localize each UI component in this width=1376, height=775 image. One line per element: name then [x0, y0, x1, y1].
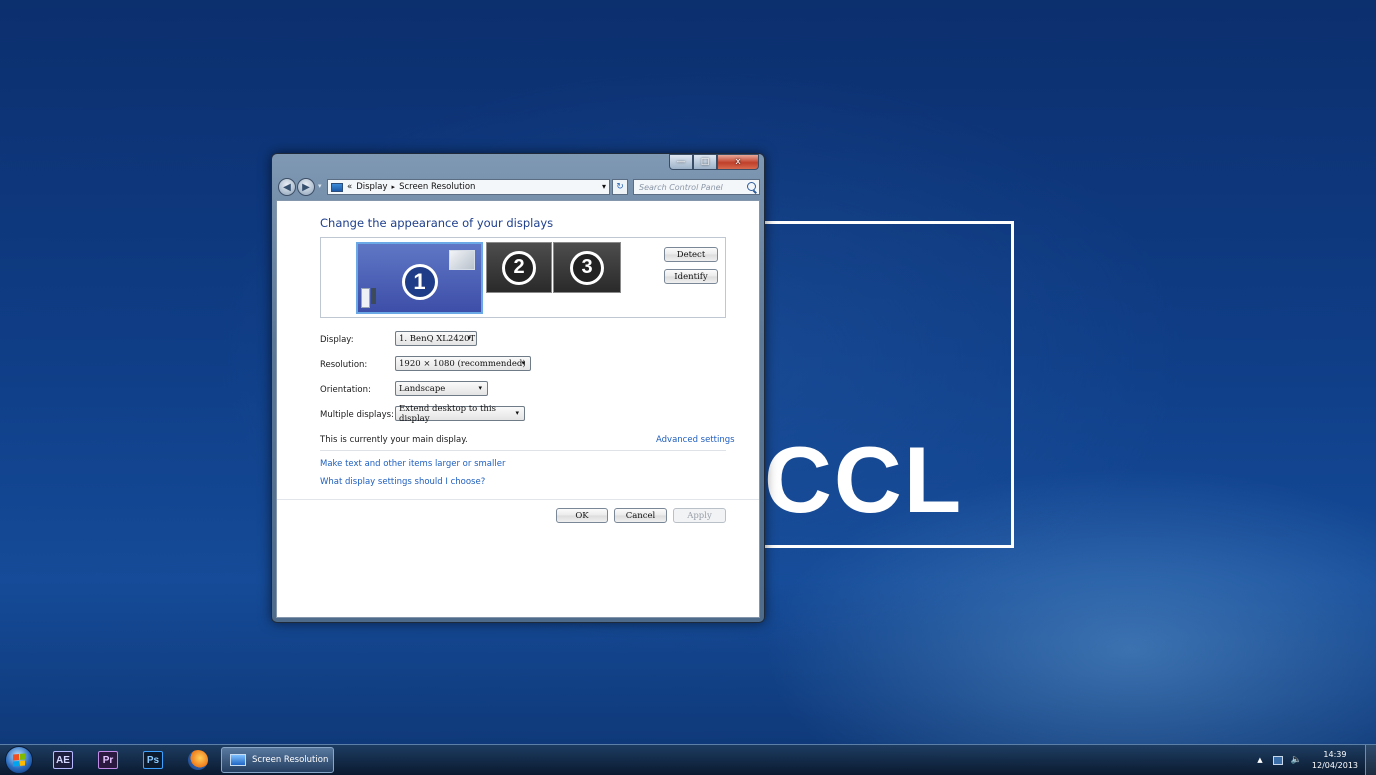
volume-icon[interactable]: 🔈	[1291, 755, 1302, 765]
monitor-3-number: 3	[570, 250, 604, 285]
taskbar: AE Pr Ps Screen Resolution ▲ 🔈 14:39 12/…	[0, 744, 1376, 775]
multiple-displays-select-value: Extend desktop to this display	[399, 403, 496, 424]
orientation-select-value: Landscape	[399, 383, 446, 394]
address-prefix[interactable]: «	[347, 182, 352, 192]
screen-resolution-window: — □ x ◀ ▶ ▾ « Display ▸ Screen Resolutio…	[271, 153, 765, 623]
address-bar[interactable]: « Display ▸ Screen Resolution ▾	[327, 179, 610, 195]
refresh-button[interactable]: ↻	[612, 179, 628, 195]
ok-button[interactable]: OK	[556, 508, 608, 523]
chevron-down-icon: ▾	[521, 359, 525, 367]
page-title: Change the appearance of your displays	[320, 216, 554, 230]
search-icon[interactable]	[747, 182, 756, 191]
resolution-select[interactable]: 1920 × 1080 (recommended) ▾	[395, 356, 531, 371]
monitor-1-window-thumbnail	[449, 250, 475, 270]
minimize-icon: —	[676, 157, 686, 167]
detect-button[interactable]: Detect	[664, 247, 718, 262]
footer-divider	[277, 499, 759, 500]
show-desktop-button[interactable]	[1365, 745, 1376, 775]
chevron-down-icon: ▾	[467, 334, 471, 342]
minimize-button[interactable]: —	[669, 154, 693, 170]
clock-date: 12/04/2013	[1311, 761, 1358, 770]
breadcrumb-screen-resolution[interactable]: Screen Resolution	[399, 182, 475, 192]
monitor-2-number: 2	[502, 250, 536, 285]
chevron-down-icon: ▾	[515, 409, 519, 417]
start-button[interactable]	[5, 746, 33, 774]
section-divider	[320, 450, 726, 451]
maximize-button[interactable]: □	[693, 154, 717, 170]
firefox-icon[interactable]	[188, 750, 208, 770]
wallpaper-logo-text: CCL	[764, 427, 964, 532]
orientation-label: Orientation:	[320, 385, 371, 395]
resolution-label: Resolution:	[320, 360, 368, 370]
multiple-displays-select[interactable]: Extend desktop to this display ▾	[395, 403, 525, 424]
monitor-1-bar-thumbnail	[371, 288, 376, 304]
caption-buttons: — □ x	[669, 154, 759, 170]
close-button[interactable]: x	[717, 154, 759, 170]
chevron-down-icon: ▾	[478, 384, 482, 392]
clock-time: 14:39	[1323, 750, 1347, 759]
monitor-1-preview[interactable]: 1	[356, 242, 483, 314]
close-icon: x	[735, 157, 741, 167]
taskbar-screen-resolution-button[interactable]: Screen Resolution	[221, 747, 334, 773]
premiere-icon[interactable]: Pr	[98, 751, 118, 769]
display-help-link[interactable]: What display settings should I choose?	[320, 477, 485, 487]
advanced-settings-link[interactable]: Advanced settings	[656, 435, 735, 445]
apply-button[interactable]: Apply	[673, 508, 726, 523]
system-tray: ▲ 🔈 14:39 12/04/2013	[1257, 745, 1358, 775]
maximize-icon: □	[700, 157, 710, 167]
forward-button[interactable]: ▶	[297, 178, 315, 196]
identify-button[interactable]: Identify	[664, 269, 718, 284]
photoshop-icon[interactable]: Ps	[143, 751, 163, 769]
resolution-select-value: 1920 × 1080 (recommended)	[399, 358, 526, 369]
multiple-displays-label: Multiple displays:	[320, 410, 394, 420]
orientation-select[interactable]: Landscape ▾	[395, 381, 488, 396]
display-arrangement-preview: 1 2 3 Detect Identify	[320, 237, 726, 318]
breadcrumb-separator-icon[interactable]: ▸	[392, 183, 396, 191]
monitor-1-number: 1	[401, 264, 438, 300]
breadcrumb-display[interactable]: Display	[356, 182, 387, 192]
control-panel-icon	[331, 182, 343, 192]
show-hidden-icons-icon[interactable]: ▲	[1257, 756, 1262, 764]
windows-logo-icon	[13, 753, 25, 767]
monitor-1-doc-thumbnail	[361, 288, 370, 308]
window-content: Change the appearance of your displays 1…	[276, 200, 760, 618]
display-select[interactable]: 1. BenQ XL2420T ▾	[395, 331, 477, 346]
cancel-button[interactable]: Cancel	[614, 508, 667, 523]
monitor-2-preview[interactable]: 2	[486, 242, 552, 293]
text-size-link[interactable]: Make text and other items larger or smal…	[320, 459, 505, 469]
screen-resolution-icon	[230, 754, 246, 766]
back-button[interactable]: ◀	[278, 178, 296, 196]
main-display-status: This is currently your main display.	[320, 435, 468, 445]
search-input[interactable]: Search Control Panel	[633, 179, 760, 195]
forward-arrow-icon: ▶	[302, 181, 310, 193]
display-select-value: 1. BenQ XL2420T	[399, 333, 476, 344]
network-icon[interactable]	[1272, 755, 1283, 765]
search-placeholder: Search Control Panel	[639, 182, 723, 192]
back-arrow-icon: ◀	[283, 181, 291, 193]
navigation-bar: ◀ ▶ ▾ « Display ▸ Screen Resolution ▾ ↻ …	[278, 178, 760, 196]
monitor-3-preview[interactable]: 3	[553, 242, 621, 293]
display-label: Display:	[320, 335, 354, 345]
after-effects-icon[interactable]: AE	[53, 751, 73, 769]
refresh-icon: ↻	[616, 182, 624, 192]
recent-pages-dropdown[interactable]: ▾	[318, 182, 322, 190]
address-dropdown-icon[interactable]: ▾	[602, 182, 606, 191]
clock[interactable]: 14:39 12/04/2013	[1312, 749, 1358, 771]
taskbar-task-label: Screen Resolution	[252, 755, 329, 765]
